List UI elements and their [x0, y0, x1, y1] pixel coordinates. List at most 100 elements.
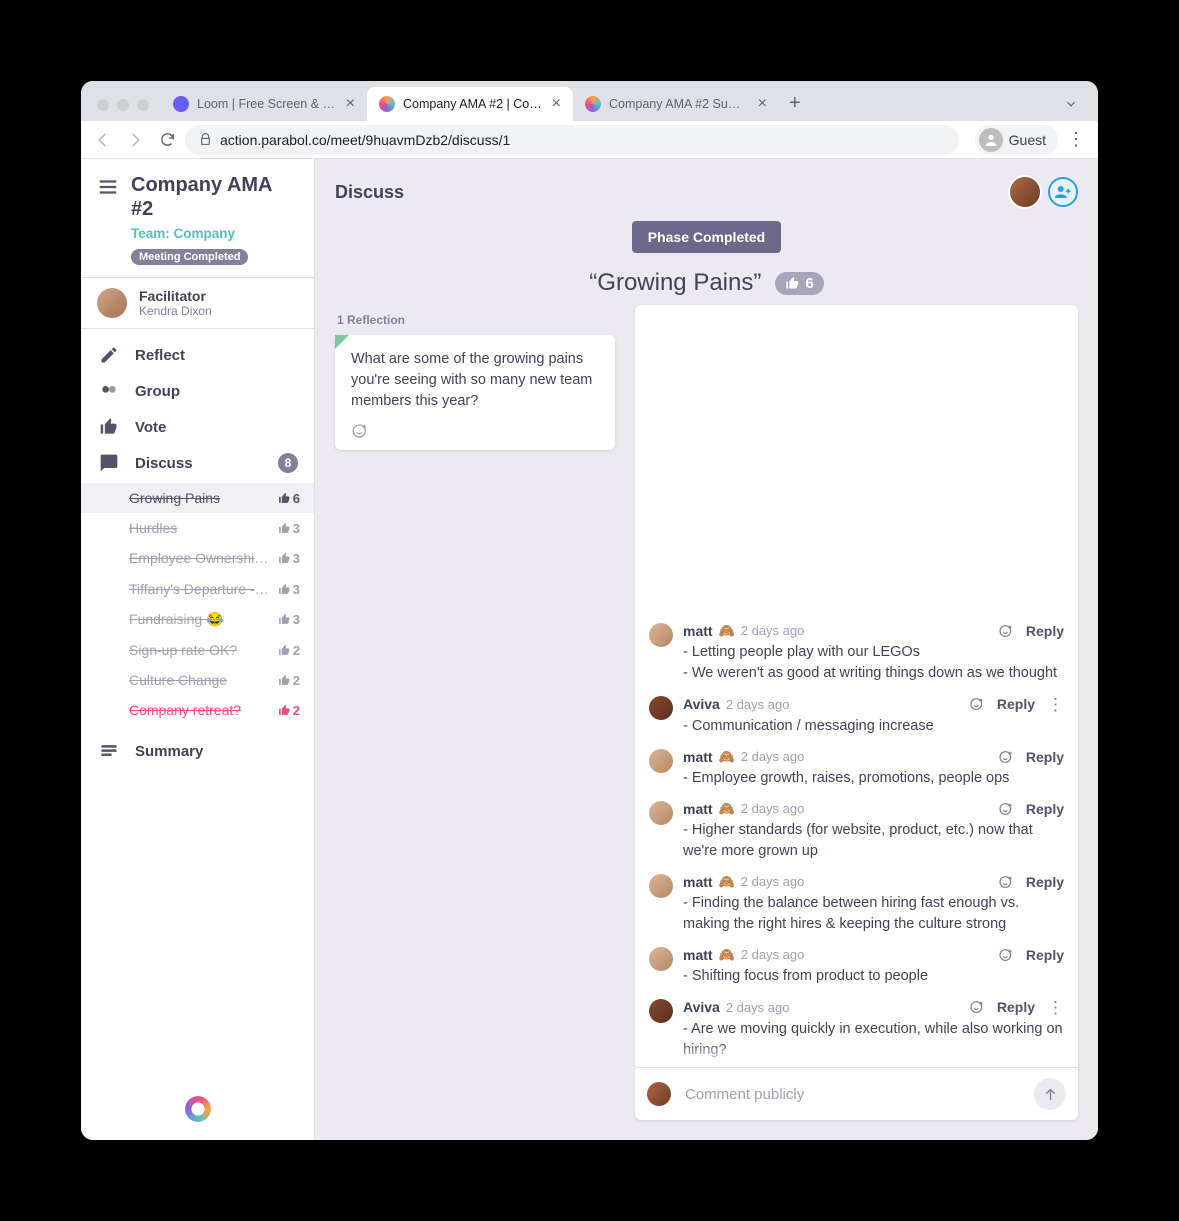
add-reaction-button[interactable]: [998, 874, 1014, 890]
hamburger-icon: [97, 176, 119, 198]
phase-label: Vote: [135, 419, 166, 436]
phase-reflect[interactable]: Reflect: [81, 337, 314, 373]
comment: matt🙈2 days agoReply- Higher standards (…: [649, 795, 1064, 868]
sidebar-topic[interactable]: Culture Change2: [81, 665, 314, 695]
reply-button[interactable]: Reply: [997, 696, 1035, 712]
discussion-panel: matt🙈2 days agoReply- Letting people pla…: [635, 305, 1078, 1120]
reply-button[interactable]: Reply: [1026, 749, 1064, 765]
page-title: Discuss: [335, 182, 404, 203]
sidebar-topic[interactable]: Employee Ownership 😂3: [81, 543, 314, 574]
topic-votes: 2: [278, 643, 300, 658]
nav-back-button[interactable]: [89, 126, 117, 154]
phase-summary[interactable]: Summary: [81, 733, 314, 769]
phase-vote[interactable]: Vote: [81, 409, 314, 445]
sidebar-topic[interactable]: Company retreat?2: [81, 695, 314, 725]
comment-text: - Higher standards (for website, product…: [683, 820, 1064, 862]
comment-author: matt: [683, 947, 713, 963]
comment: Aviva2 days agoReply⋮- Communication / m…: [649, 690, 1064, 743]
sidebar-topic[interactable]: Sign-up rate OK?2: [81, 635, 314, 665]
avatar[interactable]: [1008, 175, 1042, 209]
arrow-right-icon: [126, 131, 144, 149]
add-reaction-button[interactable]: [351, 422, 599, 440]
add-participant-button[interactable]: [1048, 177, 1078, 207]
reflection-count: 1 Reflection: [337, 313, 615, 327]
author-emoji: 🙈: [719, 623, 735, 639]
topic-votes: 3: [278, 612, 300, 627]
facilitator-row: Facilitator Kendra Dixon: [81, 278, 314, 329]
tab-parabol-meeting[interactable]: Company AMA #2 | Company ×: [367, 87, 573, 121]
traffic-max[interactable]: [137, 99, 149, 111]
tab-loom[interactable]: Loom | Free Screen & Video Re ×: [161, 87, 367, 121]
phase-label: Summary: [135, 743, 203, 760]
close-icon[interactable]: ×: [758, 96, 767, 112]
tab-title: Company AMA #2 | Company: [403, 97, 544, 111]
phase-group[interactable]: Group: [81, 373, 314, 409]
reply-button[interactable]: Reply: [1026, 801, 1064, 817]
nav-forward-button[interactable]: [121, 126, 149, 154]
reply-button[interactable]: Reply: [1026, 947, 1064, 963]
add-reaction-button[interactable]: [998, 623, 1014, 639]
menu-button[interactable]: [97, 176, 119, 198]
phase-discuss[interactable]: Discuss 8: [81, 445, 314, 481]
team-link[interactable]: Team: Company: [131, 226, 298, 241]
topic-name: Fundraising 😂: [129, 611, 272, 628]
comment-time: 2 days ago: [741, 947, 805, 962]
window-controls: [89, 99, 161, 121]
summary-icon: [97, 741, 121, 761]
sidebar-topic[interactable]: Hurdles3: [81, 513, 314, 543]
phase-label: Reflect: [135, 347, 185, 364]
comment-time: 2 days ago: [741, 623, 805, 638]
comment: matt🙈2 days agoReply- Letting people pla…: [649, 617, 1064, 690]
add-reaction-button[interactable]: [969, 999, 985, 1015]
topic-name: Company retreat?: [129, 702, 272, 718]
reply-button[interactable]: Reply: [1026, 623, 1064, 639]
sidebar-topic[interactable]: Fundraising 😂 3: [81, 604, 314, 635]
sidebar-topic[interactable]: Growing Pains6: [81, 483, 314, 513]
author-emoji: 🙈: [719, 874, 735, 890]
comment-time: 2 days ago: [741, 874, 805, 889]
tab-parabol-summary[interactable]: Company AMA #2 Summary | C ×: [573, 87, 779, 121]
comment-thread[interactable]: matt🙈2 days agoReply- Letting people pla…: [635, 305, 1078, 1067]
comment-menu-button[interactable]: ⋮: [1047, 696, 1064, 713]
discussion-column: matt🙈2 days agoReply- Letting people pla…: [635, 305, 1078, 1120]
discuss-count-badge: 8: [278, 453, 298, 473]
send-button[interactable]: [1034, 1078, 1066, 1110]
comment-input[interactable]: [683, 1085, 1022, 1104]
comment-time: 2 days ago: [741, 749, 805, 764]
add-reaction-button[interactable]: [998, 749, 1014, 765]
comment: Aviva2 days agoReply⋮- Are we moving qui…: [649, 993, 1064, 1067]
profile-chip[interactable]: Guest: [975, 125, 1058, 155]
new-tab-button[interactable]: +: [779, 93, 811, 121]
reply-button[interactable]: Reply: [997, 999, 1035, 1015]
comment: matt🙈2 days agoReply- Shifting focus fro…: [649, 941, 1064, 993]
avatar: [649, 801, 673, 825]
comment-time: 2 days ago: [726, 697, 790, 712]
loom-icon: [173, 96, 189, 112]
sidebar-header: Company AMA #2 Team: Company Meeting Com…: [81, 159, 314, 278]
smile-plus-icon: [351, 422, 369, 440]
close-icon[interactable]: ×: [346, 96, 355, 112]
avatar: [649, 623, 673, 647]
comment-text: - Employee growth, raises, promotions, p…: [683, 768, 1064, 789]
main-panel: Discuss Phase Completed “Growing Pains” …: [315, 159, 1098, 1140]
address-bar[interactable]: action.parabol.co/meet/9huavmDzb2/discus…: [185, 125, 959, 155]
tab-overflow-button[interactable]: [1052, 97, 1090, 121]
browser-menu-button[interactable]: ⋮: [1062, 129, 1090, 150]
add-reaction-button[interactable]: [969, 696, 985, 712]
nav-reload-button[interactable]: [153, 126, 181, 154]
traffic-min[interactable]: [117, 99, 129, 111]
add-reaction-button[interactable]: [998, 801, 1014, 817]
comment-text: - Are we moving quickly in execution, wh…: [683, 1019, 1064, 1061]
author-emoji: 🙈: [719, 749, 735, 765]
reply-button[interactable]: Reply: [1026, 874, 1064, 890]
phase-label: Discuss: [135, 455, 193, 472]
comment-menu-button[interactable]: ⋮: [1047, 999, 1064, 1016]
reflection-card[interactable]: What are some of the growing pains you'r…: [335, 335, 615, 450]
close-icon[interactable]: ×: [552, 96, 561, 112]
traffic-close[interactable]: [97, 99, 109, 111]
add-reaction-button[interactable]: [998, 947, 1014, 963]
phase-status-badge: Phase Completed: [632, 221, 781, 253]
comment: matt🙈2 days agoReply- Finding the balanc…: [649, 868, 1064, 941]
topic-votes: 3: [278, 582, 300, 597]
sidebar-topic[interactable]: Tiffany's Departure - L...3: [81, 574, 314, 604]
